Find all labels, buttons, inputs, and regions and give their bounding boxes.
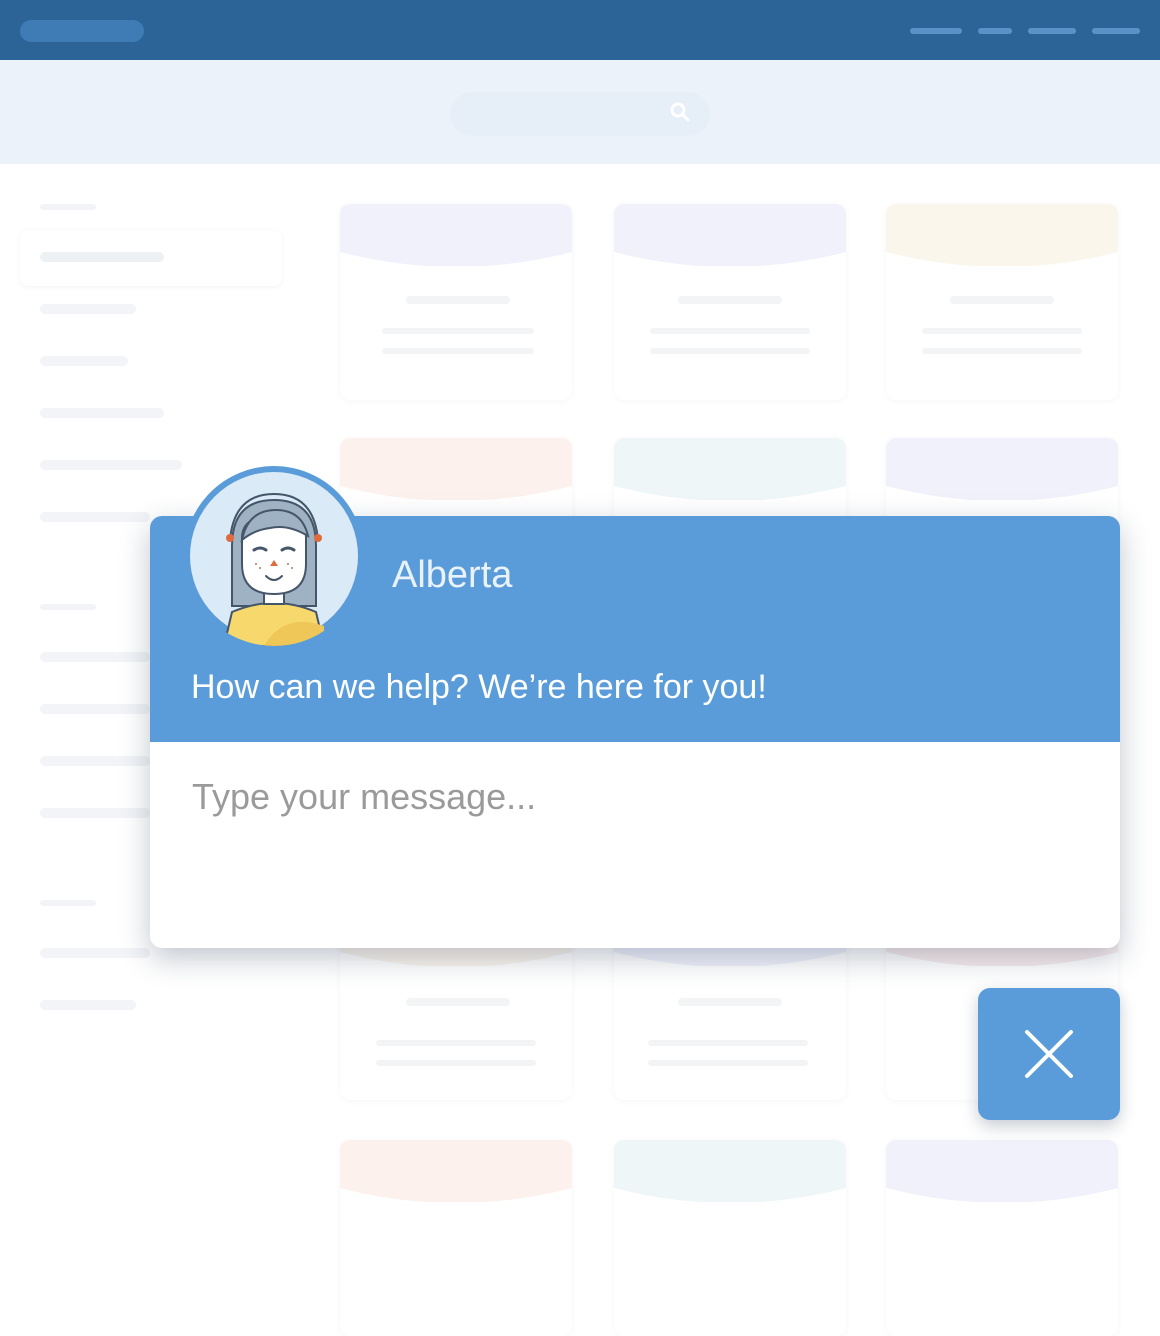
card-banner [340,204,572,266]
sidebar-item[interactable] [40,1000,136,1010]
nav-link[interactable] [910,28,962,34]
sidebar-item[interactable] [40,756,150,766]
search-icon[interactable] [668,100,692,124]
card-text [376,1060,536,1066]
top-navigation-bar [0,0,1160,60]
topic-card[interactable] [614,1140,846,1336]
card-text [648,1060,808,1066]
sidebar-item[interactable] [40,460,182,470]
site-logo-placeholder[interactable] [20,20,144,42]
sidebar-item[interactable] [40,808,150,818]
sidebar-item[interactable] [40,704,150,714]
sidebar-heading [40,204,96,210]
card-text [922,328,1082,334]
card-banner [340,1140,572,1202]
sidebar-heading [40,900,96,906]
card-text [922,348,1082,354]
card-banner [886,204,1118,266]
topic-card[interactable] [886,1140,1118,1336]
card-text [382,348,534,354]
chat-greeting: How can we help? We’re here for you! [191,668,767,706]
nav-link[interactable] [1092,28,1140,34]
sidebar-item[interactable] [40,304,136,314]
sidebar-item[interactable] [40,252,164,262]
card-title [406,296,510,304]
card-text [650,328,810,334]
topic-card[interactable] [614,204,846,400]
sidebar-heading [40,604,96,610]
card-banner [340,438,572,500]
sidebar-item[interactable] [40,652,150,662]
topic-card[interactable] [340,204,572,400]
card-text [376,1040,536,1046]
topic-card[interactable] [886,204,1118,400]
nav-link[interactable] [1028,28,1076,34]
sidebar-item[interactable] [40,512,150,522]
card-banner [886,1140,1118,1202]
card-banner [886,438,1118,500]
sidebar-item[interactable] [40,408,164,418]
agent-avatar [184,466,364,646]
message-input[interactable] [190,774,1074,918]
card-banner [614,204,846,266]
card-title [678,296,782,304]
close-icon [1025,1030,1073,1078]
card-title [678,998,782,1006]
topic-card[interactable] [340,1140,572,1336]
card-title [406,998,510,1006]
card-title [950,296,1054,304]
card-text [650,348,810,354]
card-banner [614,438,846,500]
sidebar-item[interactable] [40,948,150,958]
card-text [382,328,534,334]
close-chat-button[interactable] [978,988,1120,1120]
card-text [648,1040,808,1046]
sidebar-item[interactable] [40,356,128,366]
agent-name: Alberta [392,554,513,596]
nav-link[interactable] [978,28,1012,34]
card-banner [614,1140,846,1202]
